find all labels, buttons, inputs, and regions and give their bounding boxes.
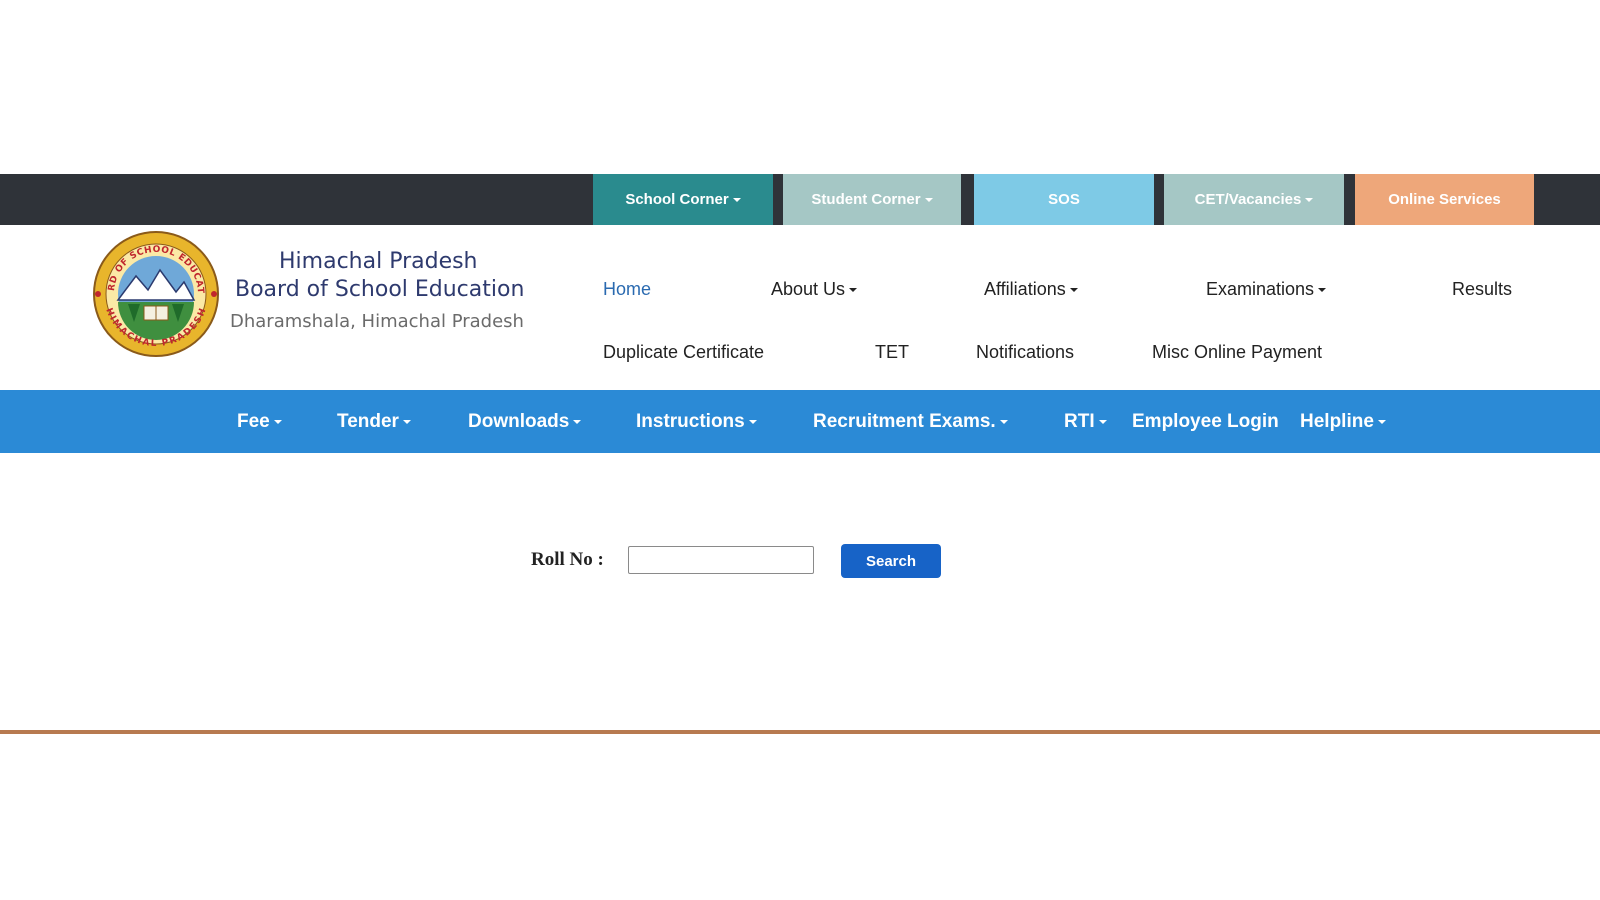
nav-about-us[interactable]: About Us: [771, 279, 858, 300]
chevron-down-icon: [849, 288, 858, 293]
nav-tet[interactable]: TET: [875, 342, 909, 363]
nav-tender[interactable]: Tender: [337, 390, 411, 453]
nav-misc-online-payment[interactable]: Misc Online Payment: [1152, 342, 1322, 363]
nav-helpline[interactable]: Helpline: [1300, 390, 1386, 453]
online-services-button[interactable]: Online Services: [1355, 174, 1534, 225]
nav-employee-login[interactable]: Employee Login: [1132, 390, 1279, 453]
nav-downloads[interactable]: Downloads: [468, 390, 582, 453]
nav-about-us-label: About Us: [771, 279, 846, 299]
nav-recruitment-exams-label: Recruitment Exams.: [813, 410, 996, 432]
student-corner-button[interactable]: Student Corner: [783, 174, 961, 225]
brand-line-3: Dharamshala, Himachal Pradesh: [230, 311, 524, 332]
board-logo[interactable]: BOARD OF SCHOOL EDUCATION HIMACHAL PRADE…: [92, 230, 220, 358]
nav-downloads-label: Downloads: [468, 410, 570, 432]
nav-affiliations-label: Affiliations: [984, 279, 1066, 299]
nav-tender-label: Tender: [337, 410, 399, 432]
search-button[interactable]: Search: [841, 544, 941, 578]
brand-line-2: Board of School Education: [235, 277, 525, 302]
nav-rti[interactable]: RTI: [1064, 390, 1107, 453]
nav-helpline-label: Helpline: [1300, 410, 1374, 432]
chevron-down-icon: [1377, 419, 1386, 424]
student-corner-label: Student Corner: [811, 191, 921, 208]
secondary-nav-bar: Fee Tender Downloads Instructions Recrui…: [0, 390, 1600, 453]
chevron-down-icon: [924, 197, 933, 202]
chevron-down-icon: [1318, 288, 1327, 293]
nav-recruitment-exams[interactable]: Recruitment Exams.: [813, 390, 1008, 453]
cet-vacancies-label: CET/Vacancies: [1194, 191, 1302, 208]
school-corner-button[interactable]: School Corner: [593, 174, 773, 225]
chevron-down-icon: [573, 419, 582, 424]
nav-fee[interactable]: Fee: [237, 390, 282, 453]
nav-results[interactable]: Results: [1452, 279, 1512, 300]
school-corner-label: School Corner: [625, 191, 729, 208]
brand-line-1: Himachal Pradesh: [279, 249, 478, 274]
chevron-down-icon: [748, 419, 757, 424]
roll-no-label: Roll No :: [531, 549, 604, 570]
sos-label: SOS: [1048, 191, 1080, 208]
nav-fee-label: Fee: [237, 410, 270, 432]
chevron-down-icon: [1069, 288, 1078, 293]
nav-employee-login-label: Employee Login: [1132, 410, 1279, 432]
sos-button[interactable]: SOS: [974, 174, 1154, 225]
nav-instructions[interactable]: Instructions: [636, 390, 757, 453]
nav-notifications[interactable]: Notifications: [976, 342, 1074, 363]
chevron-down-icon: [999, 419, 1008, 424]
online-services-label: Online Services: [1388, 191, 1501, 208]
nav-rti-label: RTI: [1064, 410, 1095, 432]
footer-divider: [0, 730, 1600, 734]
nav-duplicate-certificate[interactable]: Duplicate Certificate: [603, 342, 764, 363]
chevron-down-icon: [732, 197, 741, 202]
nav-examinations[interactable]: Examinations: [1206, 279, 1327, 300]
chevron-down-icon: [1305, 197, 1314, 202]
chevron-down-icon: [1098, 419, 1107, 424]
nav-instructions-label: Instructions: [636, 410, 745, 432]
nav-home[interactable]: Home: [603, 279, 651, 300]
chevron-down-icon: [402, 419, 411, 424]
nav-examinations-label: Examinations: [1206, 279, 1315, 299]
chevron-down-icon: [273, 419, 282, 424]
cet-vacancies-button[interactable]: CET/Vacancies: [1164, 174, 1344, 225]
roll-no-input[interactable]: [628, 546, 814, 574]
top-utility-bar: School Corner Student Corner SOS CET/Vac…: [0, 174, 1600, 225]
nav-affiliations[interactable]: Affiliations: [984, 279, 1078, 300]
